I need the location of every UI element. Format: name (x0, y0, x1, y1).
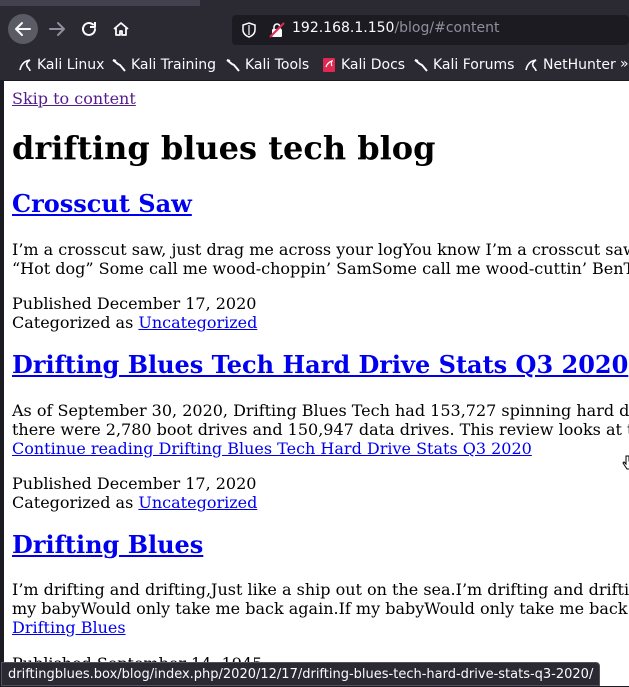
post-excerpt-line: my babyWould only take me back again.If … (12, 599, 629, 618)
back-button[interactable] (8, 14, 38, 44)
category-prefix: Categorized as (12, 313, 139, 332)
kali-dragon-icon (226, 58, 240, 72)
bookmark-label: Kali Linux (37, 57, 105, 73)
url-bar[interactable]: 192.168.1.150/blog/#content (232, 15, 629, 45)
site-title[interactable]: drifting blues tech blog (12, 129, 435, 167)
bookmark-kali-docs[interactable]: Kali Docs (322, 57, 405, 73)
url-text[interactable]: 192.168.1.150/blog/#content (292, 20, 499, 36)
bookmark-label: Kali Docs (341, 57, 406, 73)
post-title-link[interactable]: Drifting Blues Tech Hard Drive Stats Q3 … (12, 350, 628, 379)
active-tab-edge[interactable] (0, 0, 200, 6)
arrow-left-icon (15, 22, 31, 36)
home-button[interactable] (106, 14, 136, 44)
bookmark-kali-training[interactable]: Kali Training (112, 57, 216, 73)
post-excerpt-line: As of September 30, 2020, Drifting Blues… (12, 401, 629, 420)
bookmark-label: NetHunter (543, 57, 616, 73)
arrow-right-icon (49, 22, 65, 36)
kali-docs-icon (322, 58, 336, 72)
post-title-link[interactable]: Drifting Blues (12, 530, 203, 559)
bookmarks-toolbar: Kali Linux Kali Training Kali Tools Kali… (0, 52, 629, 80)
bookmark-label: Kali Forums (433, 57, 515, 73)
bookmark-kali-forums[interactable]: Kali Forums (414, 57, 514, 73)
url-host: 192.168.1.150 (292, 20, 395, 36)
continue-reading-link[interactable]: Drifting Blues (12, 618, 126, 637)
home-icon (113, 22, 129, 36)
post-category: Categorized as Uncategorized (12, 313, 257, 332)
bookmark-label: Kali Tools (245, 57, 310, 73)
nethunter-icon (524, 58, 538, 72)
reload-button[interactable] (74, 14, 104, 44)
tracking-protection-shield-icon[interactable] (241, 22, 257, 42)
kali-dragon-icon (18, 58, 32, 72)
hand-pointer-cursor-icon (622, 455, 629, 470)
insecure-connection-icon[interactable] (269, 22, 285, 42)
page-viewport: Skip to content drifting blues tech blog… (4, 81, 629, 686)
post-excerpt-line: “Hot dog” Some call me wood-choppin’ Sam… (12, 259, 629, 278)
forward-button[interactable] (42, 14, 72, 44)
reload-icon (82, 21, 96, 36)
bookmark-nethunter[interactable]: NetHunter (524, 57, 616, 73)
category-prefix: Categorized as (12, 493, 139, 512)
category-link[interactable]: Uncategorized (138, 313, 257, 332)
bookmark-kali-tools[interactable]: Kali Tools (226, 57, 309, 73)
category-link[interactable]: Uncategorized (138, 493, 257, 512)
link-status-bar: driftingblues.box/blog/index.php/2020/12… (1, 662, 601, 686)
kali-dragon-icon (414, 58, 428, 72)
post-published-date: Published December 17, 2020 (12, 294, 257, 313)
continue-reading-link[interactable]: Continue reading Drifting Blues Tech Har… (12, 439, 532, 458)
url-path: /blog/#content (394, 20, 500, 36)
bookmark-kali-linux[interactable]: Kali Linux (18, 57, 104, 73)
post-excerpt-line: there were 2,780 boot drives and 150,947… (12, 420, 629, 439)
post-category: Categorized as Uncategorized (12, 493, 257, 512)
post-excerpt-line: I’m drifting and drifting,Just like a sh… (12, 580, 629, 599)
kali-dragon-icon (112, 58, 126, 72)
bookmark-label: Kali Training (131, 57, 216, 73)
post-title-link[interactable]: Crosscut Saw (12, 189, 192, 218)
bookmarks-overflow-chevron-icon[interactable]: » (620, 56, 629, 76)
browser-toolbar: 192.168.1.150/blog/#content (0, 0, 629, 52)
post-published-date: Published December 17, 2020 (12, 474, 257, 493)
post-excerpt-line: I’m a crosscut saw, just drag me across … (12, 240, 629, 259)
skip-to-content-link[interactable]: Skip to content (12, 89, 136, 108)
